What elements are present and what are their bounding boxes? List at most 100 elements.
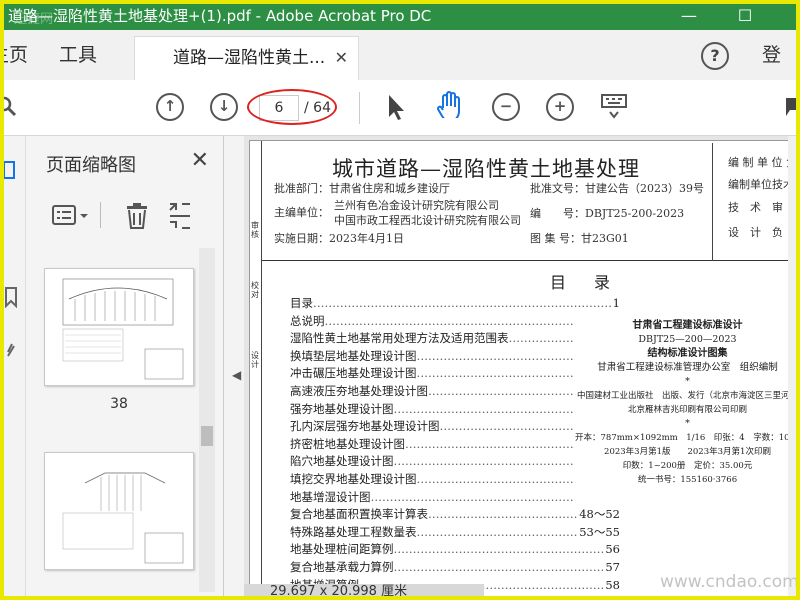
toc-row: 换填垫层地基处理设计图1 xyxy=(290,348,620,366)
approval-no-row: 批准文号：甘建公告（2023）39号 xyxy=(530,181,704,196)
toc-entry-title: 目录 xyxy=(290,296,313,310)
toc-entry-title: 湿陷性黄土地基常用处理方法及适用范围表 xyxy=(290,331,509,346)
toc-row: 湿陷性黄土地基常用处理方法及适用范围表1 xyxy=(290,330,620,348)
toc-row: 陷穴地基处理设计图3 xyxy=(290,453,620,471)
effective-date: 2023年4月1日 xyxy=(329,232,404,245)
page-thumbnails-panel: 页面缩略图 ✕ 38 xyxy=(26,136,224,596)
editor-line-1: 兰州有色冶金设计研究院有限公司 xyxy=(334,199,499,212)
toc-leader-dots xyxy=(394,559,604,577)
toc-entry-page: 57 xyxy=(605,559,620,574)
toc-leader-dots xyxy=(394,541,604,559)
thumbnails-nav-icon[interactable] xyxy=(4,160,16,182)
main-toolbar: ↑ ↓ 6 / 64 − + xyxy=(4,80,796,136)
toc-entry-title: 地基处理桩间距算例 xyxy=(290,542,394,557)
margin-label: 校对 xyxy=(251,281,259,299)
toc-entry-title: 地基增湿设计图 xyxy=(290,489,371,504)
code-value: DBJT25-200-2023 xyxy=(585,207,685,220)
document-scrollbar[interactable] xyxy=(788,136,796,596)
toc-row: 特殊路基处理工程数量表 53～55 xyxy=(290,524,620,542)
next-page-icon[interactable]: ↓ xyxy=(210,93,238,121)
tab-document[interactable]: 道路—湿陷性黄土... ✕ xyxy=(134,36,359,80)
toc-entry-title: 换填垫层地基处理设计图 xyxy=(290,348,417,363)
toc-row: 填挖交界地基处理设计图4 xyxy=(290,471,620,489)
attachment-nav-icon[interactable] xyxy=(4,340,18,362)
code-label: 编 号： xyxy=(530,207,585,220)
effective-date-row: 实施日期：2023年4月1日 xyxy=(274,231,404,246)
thumbnail-options-icon[interactable] xyxy=(52,204,92,228)
help-icon[interactable]: ? xyxy=(701,42,729,70)
toc-heading: 目 录 xyxy=(550,273,617,292)
page-dimensions-bar: 29.697 x 20.998 厘米 xyxy=(244,584,484,596)
comment-icon[interactable] xyxy=(784,96,800,124)
atlas-row: 图 集 号：甘23G01 xyxy=(530,231,629,246)
margin-label: 审核 xyxy=(251,221,259,239)
toc-entry-title: 总说明 xyxy=(290,313,325,328)
panel-close-icon[interactable]: ✕ xyxy=(191,148,209,173)
select-cursor-icon[interactable] xyxy=(384,93,412,121)
search-icon[interactable] xyxy=(0,96,24,124)
toc-entry-title: 陷穴地基处理设计图 xyxy=(290,454,394,469)
previous-page-icon[interactable]: ↑ xyxy=(156,93,184,121)
document-title: 城市道路—湿陷性黄土地基处理 xyxy=(332,157,640,181)
toc-entry-title: 挤密桩地基处理设计图 xyxy=(290,436,405,451)
toolbar-divider xyxy=(359,92,360,124)
zoom-in-icon[interactable]: + xyxy=(546,93,574,121)
tab-home[interactable]: 主页 xyxy=(4,30,28,80)
scrollbar-thumb[interactable] xyxy=(201,426,213,446)
toc-leader-dots xyxy=(428,506,577,524)
minimize-button[interactable]: — xyxy=(672,4,706,30)
navigation-strip xyxy=(4,136,26,596)
toc-row: 强夯地基处理设计图2 xyxy=(290,401,620,419)
editor-label: 主编单位： xyxy=(274,206,329,219)
toc-row: 挤密桩地基处理设计图3 xyxy=(290,436,620,454)
keyboard-scroll-icon[interactable] xyxy=(600,93,628,121)
panel-title: 页面缩略图 xyxy=(46,155,136,176)
approval-dept-label: 批准部门： xyxy=(274,182,329,195)
site-watermark: www.cndao.com xyxy=(660,572,799,592)
thumbnail-scrollbar[interactable] xyxy=(199,248,215,592)
approval-no: 甘建公告（2023）39号 xyxy=(585,182,704,195)
document-view[interactable]: 审核 校对 设计 城市道路—湿陷性黄土地基处理 批准部门：甘肃省住房和城乡建设厅… xyxy=(244,136,796,596)
delete-page-icon[interactable] xyxy=(124,202,150,230)
editor-line-2: 中国市政工程西北设计研究院有限公司 xyxy=(334,214,521,227)
toc-entry-title: 复合地基面积置换率计算表 xyxy=(290,507,428,522)
toc-entry-title: 孔内深层强夯地基处理设计图 xyxy=(290,419,440,434)
right-column-item: 技 术 审 xyxy=(728,201,783,214)
toc-row: 高速液压夯地基处理设计图1 xyxy=(290,383,620,401)
overlay-line: 北京雁林吉兆印刷有限公司印刷 xyxy=(627,405,747,415)
toc-entry-title: 高速液压夯地基处理设计图 xyxy=(290,383,428,398)
overlay-line: 中国建材工业出版社 出版、发行（北京市海淀区三里河路 xyxy=(576,391,796,401)
bookmark-nav-icon[interactable] xyxy=(4,286,18,308)
toc-row: 冲击碾压地基处理设计图1 xyxy=(290,365,620,383)
table-of-contents: 目录 1 总说明2湿陷性黄土地基常用处理方法及适用范围表1换填垫层地基处理设计图1冲… xyxy=(290,295,620,594)
title-block: 城市道路—湿陷性黄土地基处理 批准部门：甘肃省住房和城乡建设厅 主编单位： 兰州… xyxy=(262,143,796,261)
extract-pages-icon[interactable] xyxy=(168,202,194,230)
page-thumbnail[interactable] xyxy=(44,452,194,570)
approval-no-label: 批准文号： xyxy=(530,182,585,195)
toc-entry-title: 复合地基承载力算例 xyxy=(290,559,394,574)
maximize-button[interactable]: ☐ xyxy=(728,4,762,30)
toc-leader-dots xyxy=(325,313,611,331)
red-highlight-circle xyxy=(247,89,337,125)
effective-label: 实施日期： xyxy=(274,232,329,245)
atlas-label: 图 集 号： xyxy=(530,232,581,245)
corner-watermark: 迅捷网 xyxy=(14,12,54,27)
hand-tool-icon[interactable] xyxy=(434,90,462,118)
overlay-line: 甘肃省工程建设标准设计 xyxy=(632,320,743,331)
collapse-panel-icon[interactable]: ◀ xyxy=(232,368,241,382)
tab-tools[interactable]: 工具 xyxy=(59,30,97,80)
toc-entry-title: 冲击碾压地基处理设计图 xyxy=(290,366,417,381)
right-column-item: 设 计 负 xyxy=(728,226,783,239)
close-tab-icon[interactable]: ✕ xyxy=(335,37,348,79)
overlay-line: DBJT25—200—2023 xyxy=(638,334,737,345)
toc-entry-page: 58 xyxy=(605,577,620,592)
toc-row: 孔内深层强夯地基处理设计图2 xyxy=(290,418,620,436)
sign-in-button[interactable]: 登录 xyxy=(762,30,796,116)
toc-row: 复合地基面积置换率计算表 48～52 xyxy=(290,506,620,524)
page-thumbnail[interactable] xyxy=(44,268,194,386)
toc-row: 地基处理桩间距算例 56 xyxy=(290,541,620,559)
overlay-line: 印数：1~200册 定价：35.00元 xyxy=(622,461,753,471)
toc-entry-page: 1 xyxy=(612,296,620,310)
toc-leader-dots xyxy=(417,524,578,542)
zoom-out-icon[interactable]: − xyxy=(492,93,520,121)
